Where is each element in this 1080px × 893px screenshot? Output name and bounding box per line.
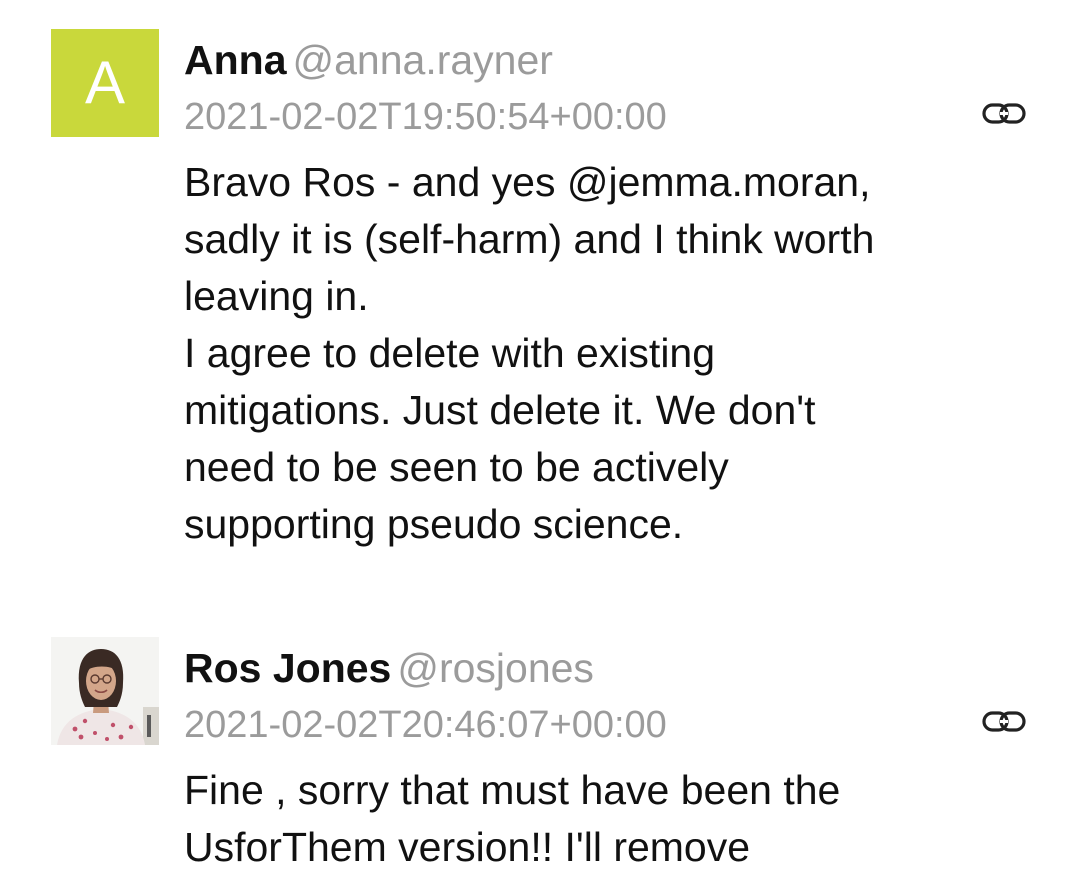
avatar[interactable] (51, 637, 159, 745)
profile-photo-icon (51, 637, 159, 745)
comment-header: Ros Jones @rosjones 2021-02-02T20:46:07+0… (184, 640, 1040, 750)
comment-timestamp: 2021-02-02T19:50:54+00:00 (184, 96, 667, 138)
link-icon[interactable] (981, 707, 1027, 737)
comment-text-line: sadly it is (self-harm) and I think wort… (184, 216, 875, 262)
author-handle[interactable]: @anna.rayner (293, 37, 553, 83)
comment-text-line: Bravo Ros - and yes @jemma.moran, (184, 159, 871, 205)
comment-text-line: leaving in. (184, 273, 369, 319)
author-line: Anna @anna.rayner (184, 32, 553, 88)
comment-text-line: UsforThem version!! I'll remove (184, 824, 751, 870)
comment-text-line: supporting pseudo science. (184, 501, 684, 547)
author-line: Ros Jones @rosjones (184, 640, 594, 696)
avatar[interactable]: A (51, 29, 159, 137)
comment-text-line: I agree to delete with existing (184, 330, 716, 376)
comment-body: Fine , sorry that must have been the Usf… (184, 762, 1044, 876)
comment-text-line: mitigations. Just delete it. We don't (184, 387, 816, 433)
comment-text-line: need to be seen to be actively (184, 444, 729, 490)
comment-text-line: Fine , sorry that must have been the (184, 767, 841, 813)
comment-body: Bravo Ros - and yes @jemma.moran, sadly … (184, 154, 1044, 553)
link-icon[interactable] (981, 99, 1027, 129)
author-name[interactable]: Ros Jones (184, 645, 391, 691)
comment-timestamp: 2021-02-02T20:46:07+00:00 (184, 704, 667, 746)
author-handle[interactable]: @rosjones (397, 645, 594, 691)
comment-header: Anna @anna.rayner 2021-02-02T19:50:54+00:… (184, 32, 1040, 142)
author-name[interactable]: Anna (184, 37, 287, 83)
